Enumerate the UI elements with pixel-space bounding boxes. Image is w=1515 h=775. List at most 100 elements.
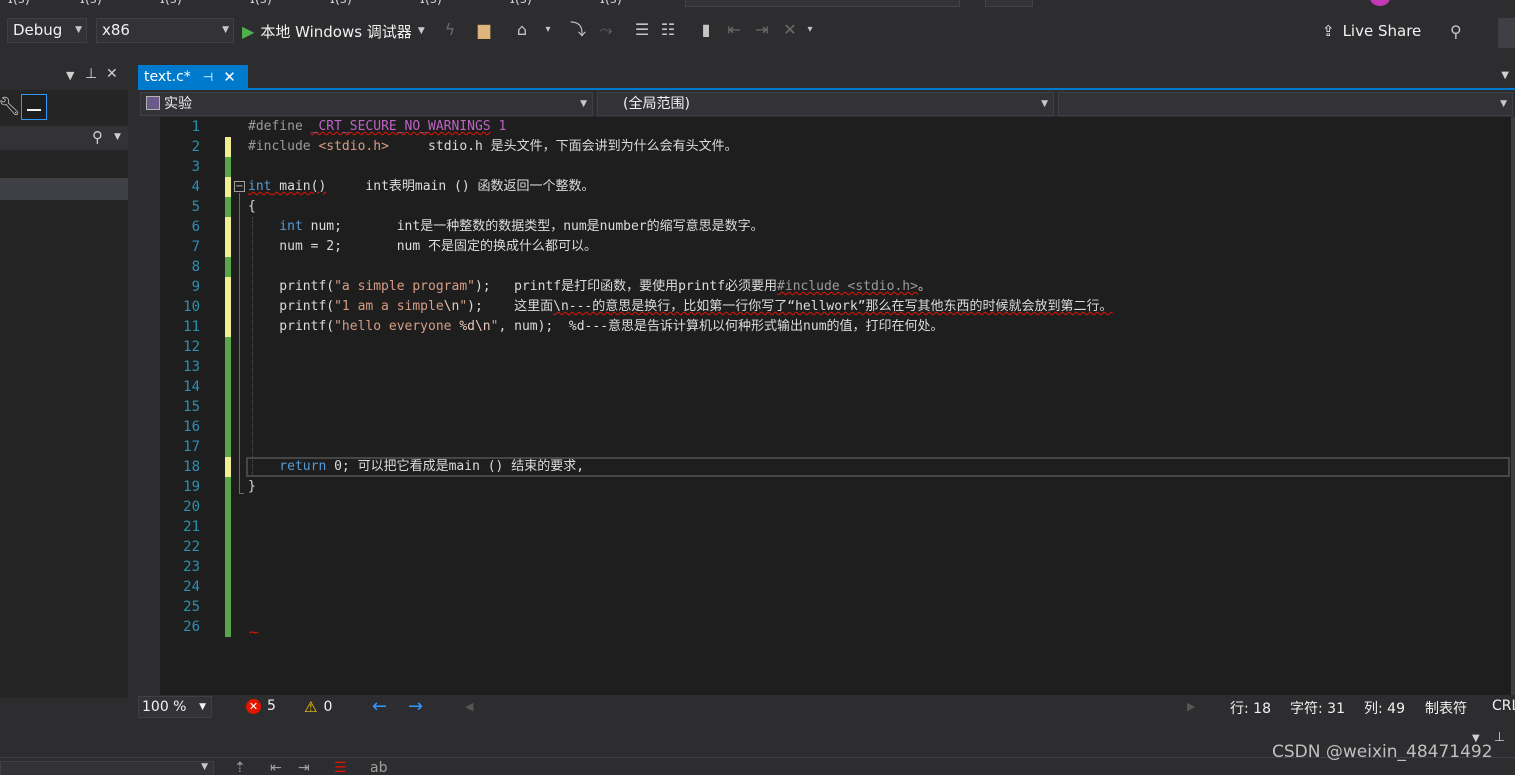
chevron-down-icon[interactable]: ▾ bbox=[538, 20, 558, 40]
code-line[interactable]: } bbox=[248, 477, 256, 497]
code-line[interactable]: return 0; 可以把它看成是main () 结束的要求, bbox=[248, 457, 584, 477]
comment-lines-icon[interactable]: ☰ bbox=[632, 20, 652, 40]
code-token: , num); %d---意思是告诉计算机以何种形式输出num的值，打印在何处。 bbox=[498, 319, 944, 334]
code-line[interactable]: printf("hello everyone %d\n", num); %d--… bbox=[248, 317, 944, 337]
code-line[interactable]: #include <stdio.h> stdio.h 是头文件，下面会讲到为什么… bbox=[248, 137, 738, 157]
indent-mode-indicator[interactable]: 制表符 bbox=[1425, 698, 1467, 718]
selected-tree-item[interactable] bbox=[0, 178, 128, 200]
step-over-icon[interactable]: ⤳ bbox=[596, 20, 616, 40]
code-token: 1 bbox=[490, 119, 507, 134]
clear-all-icon[interactable]: ☰ bbox=[334, 760, 347, 775]
search-icon[interactable]: ⚲ bbox=[92, 128, 103, 146]
scroll-left-icon[interactable]: ◀ bbox=[465, 700, 473, 713]
find-message-icon[interactable]: ⇡ bbox=[234, 760, 246, 775]
menu-fragment[interactable]: ɪ(ɜ) bbox=[250, 0, 272, 7]
vertical-scrollbar[interactable] bbox=[1511, 117, 1515, 695]
line-number: 15 bbox=[183, 399, 200, 415]
menu-fragment[interactable]: ɪ(ɜ) bbox=[330, 0, 352, 7]
tab-label: text.c* bbox=[144, 69, 191, 85]
next-message-icon[interactable]: ⇥ bbox=[298, 760, 310, 775]
step-into-icon[interactable]: ⤵ bbox=[568, 20, 588, 40]
member-combo[interactable]: ▼ bbox=[1058, 92, 1513, 116]
chevron-down-icon: ▼ bbox=[199, 702, 206, 712]
warning-count[interactable]: ⚠ 0 bbox=[304, 698, 332, 716]
tab-text-c[interactable]: text.c* ⊣ ✕ bbox=[138, 65, 248, 89]
zoom-combo[interactable]: 100 % ▼ bbox=[138, 696, 212, 718]
search-box[interactable] bbox=[685, 0, 960, 7]
clear-bookmarks-icon[interactable]: ✕ bbox=[780, 20, 800, 40]
line-ending-indicator[interactable]: CRL bbox=[1492, 698, 1515, 714]
code-line[interactable]: { bbox=[248, 197, 256, 217]
code-line[interactable]: int num; int是一种整数的数据类型，num是number的缩写意思是数… bbox=[248, 217, 763, 237]
error-squiggle: ~ bbox=[248, 625, 260, 641]
code-line[interactable]: printf("1 am a simple\n"); 这里面\n---的意思是换… bbox=[248, 297, 1113, 317]
line-number: 20 bbox=[183, 499, 200, 515]
close-icon[interactable]: ✕ bbox=[223, 68, 236, 86]
home-icon[interactable]: ⌂ bbox=[512, 20, 532, 40]
line-number: 26 bbox=[183, 619, 200, 635]
menu-fragment[interactable]: ɪ(ɜ) bbox=[160, 0, 182, 7]
indicator-margin[interactable] bbox=[138, 117, 160, 695]
chevron-down-icon: ▼ bbox=[201, 762, 208, 772]
panel-search[interactable]: ⚲ ▼ bbox=[0, 126, 128, 150]
start-debugging-button[interactable]: ▶ 本地 Windows 调试器 ▼ bbox=[242, 18, 425, 44]
error-count[interactable]: ✕ 5 bbox=[246, 698, 276, 714]
next-bookmark-icon[interactable]: ⇥ bbox=[752, 20, 772, 40]
feedback-icon[interactable]: ⚲ bbox=[1450, 22, 1472, 42]
code-token: #define bbox=[248, 119, 311, 134]
unsaved-change-marker bbox=[225, 457, 231, 477]
line-number: 23 bbox=[183, 559, 200, 575]
code-line[interactable]: num = 2; num 不是固定的换成什么都可以。 bbox=[248, 237, 597, 257]
prev-message-icon[interactable]: ⇤ bbox=[270, 760, 282, 775]
chevron-down-icon[interactable]: ▼ bbox=[114, 132, 121, 142]
chevron-down-icon[interactable]: ▼ bbox=[66, 69, 74, 82]
menu-fragment[interactable]: ɪ(ɜ) bbox=[420, 0, 442, 7]
uncomment-lines-icon[interactable]: ☷ bbox=[658, 20, 678, 40]
unsaved-change-marker bbox=[225, 137, 231, 157]
code-editor[interactable]: 1 2 3 4 5 6 7 8 9 10 11 12 13 14 15 16 1… bbox=[138, 117, 1515, 695]
scope-label: (全局范围) bbox=[623, 96, 690, 112]
scope-combo[interactable]: (全局范围) ▼ bbox=[597, 92, 1054, 116]
collapse-all-button[interactable] bbox=[21, 94, 47, 120]
pin-icon[interactable]: ⊣ bbox=[203, 70, 213, 84]
arrow-right-icon[interactable]: → bbox=[408, 696, 423, 717]
wrench-icon[interactable]: 🔧︎ bbox=[0, 96, 21, 117]
code-token: "1 am a simple bbox=[334, 299, 444, 314]
menu-fragment[interactable]: ɪ(ɜ) bbox=[80, 0, 102, 7]
line-number: 1 bbox=[191, 119, 200, 135]
close-icon[interactable]: ✕ bbox=[106, 66, 118, 82]
arrow-left-icon[interactable]: ← bbox=[372, 696, 387, 717]
code-line[interactable]: printf("a simple program"); printf是打印函数，… bbox=[248, 277, 931, 297]
config-combo[interactable]: Debug ▼ bbox=[7, 18, 87, 43]
code-token: \n---的意思是换行，比如第一行你写了“hellwork”那么在写其他东西的时… bbox=[553, 299, 1113, 314]
prev-bookmark-icon[interactable]: ⇤ bbox=[724, 20, 744, 40]
menu-fragment[interactable]: ɪ(ɜ) bbox=[8, 0, 30, 7]
watermark: CSDN @weixin_48471492 bbox=[1272, 742, 1493, 762]
saved-changes-bar bbox=[225, 137, 231, 637]
collapse-toggle[interactable]: − bbox=[234, 181, 245, 192]
hot-reload-icon[interactable]: ϟ bbox=[440, 20, 460, 40]
bookmark-icon[interactable]: ▮ bbox=[696, 20, 716, 40]
word-wrap-icon[interactable]: ab bbox=[370, 760, 387, 775]
code-line[interactable]: #define _CRT_SECURE_NO_WARNINGS 1 bbox=[248, 117, 506, 137]
platform-combo[interactable]: x86 ▼ bbox=[96, 18, 234, 43]
open-folder-icon[interactable]: ▆ bbox=[474, 20, 494, 40]
scroll-right-icon[interactable]: ▶ bbox=[1187, 700, 1195, 713]
code-token: 。 bbox=[917, 279, 931, 294]
warning-icon: ⚠ bbox=[304, 698, 318, 716]
code-line[interactable]: int main() int表明main () 函数返回一个整数。 bbox=[248, 177, 595, 197]
pin-icon[interactable]: ⊥ bbox=[1494, 730, 1505, 745]
line-number: 9 bbox=[191, 279, 200, 295]
live-share-button[interactable]: ⇪ Live Share bbox=[1322, 18, 1421, 44]
avatar[interactable] bbox=[1370, 0, 1390, 6]
toolbar-overflow[interactable] bbox=[1498, 18, 1515, 48]
project-combo[interactable]: 实验 ▼ bbox=[140, 92, 593, 116]
line-number: 5 bbox=[191, 199, 200, 215]
output-source-combo[interactable]: ▼ bbox=[0, 761, 214, 775]
code-token: ); printf是打印函数，要使用printf必须要用 bbox=[474, 279, 778, 294]
menu-fragment[interactable]: ɪ(ɜ) bbox=[600, 0, 622, 7]
menu-fragment[interactable]: ɪ(ɜ) bbox=[510, 0, 532, 7]
chevron-down-icon[interactable]: ▼ bbox=[1501, 70, 1509, 81]
pin-icon[interactable]: ⊥ bbox=[85, 66, 97, 82]
chevron-down-icon[interactable]: ▾ bbox=[800, 20, 820, 40]
